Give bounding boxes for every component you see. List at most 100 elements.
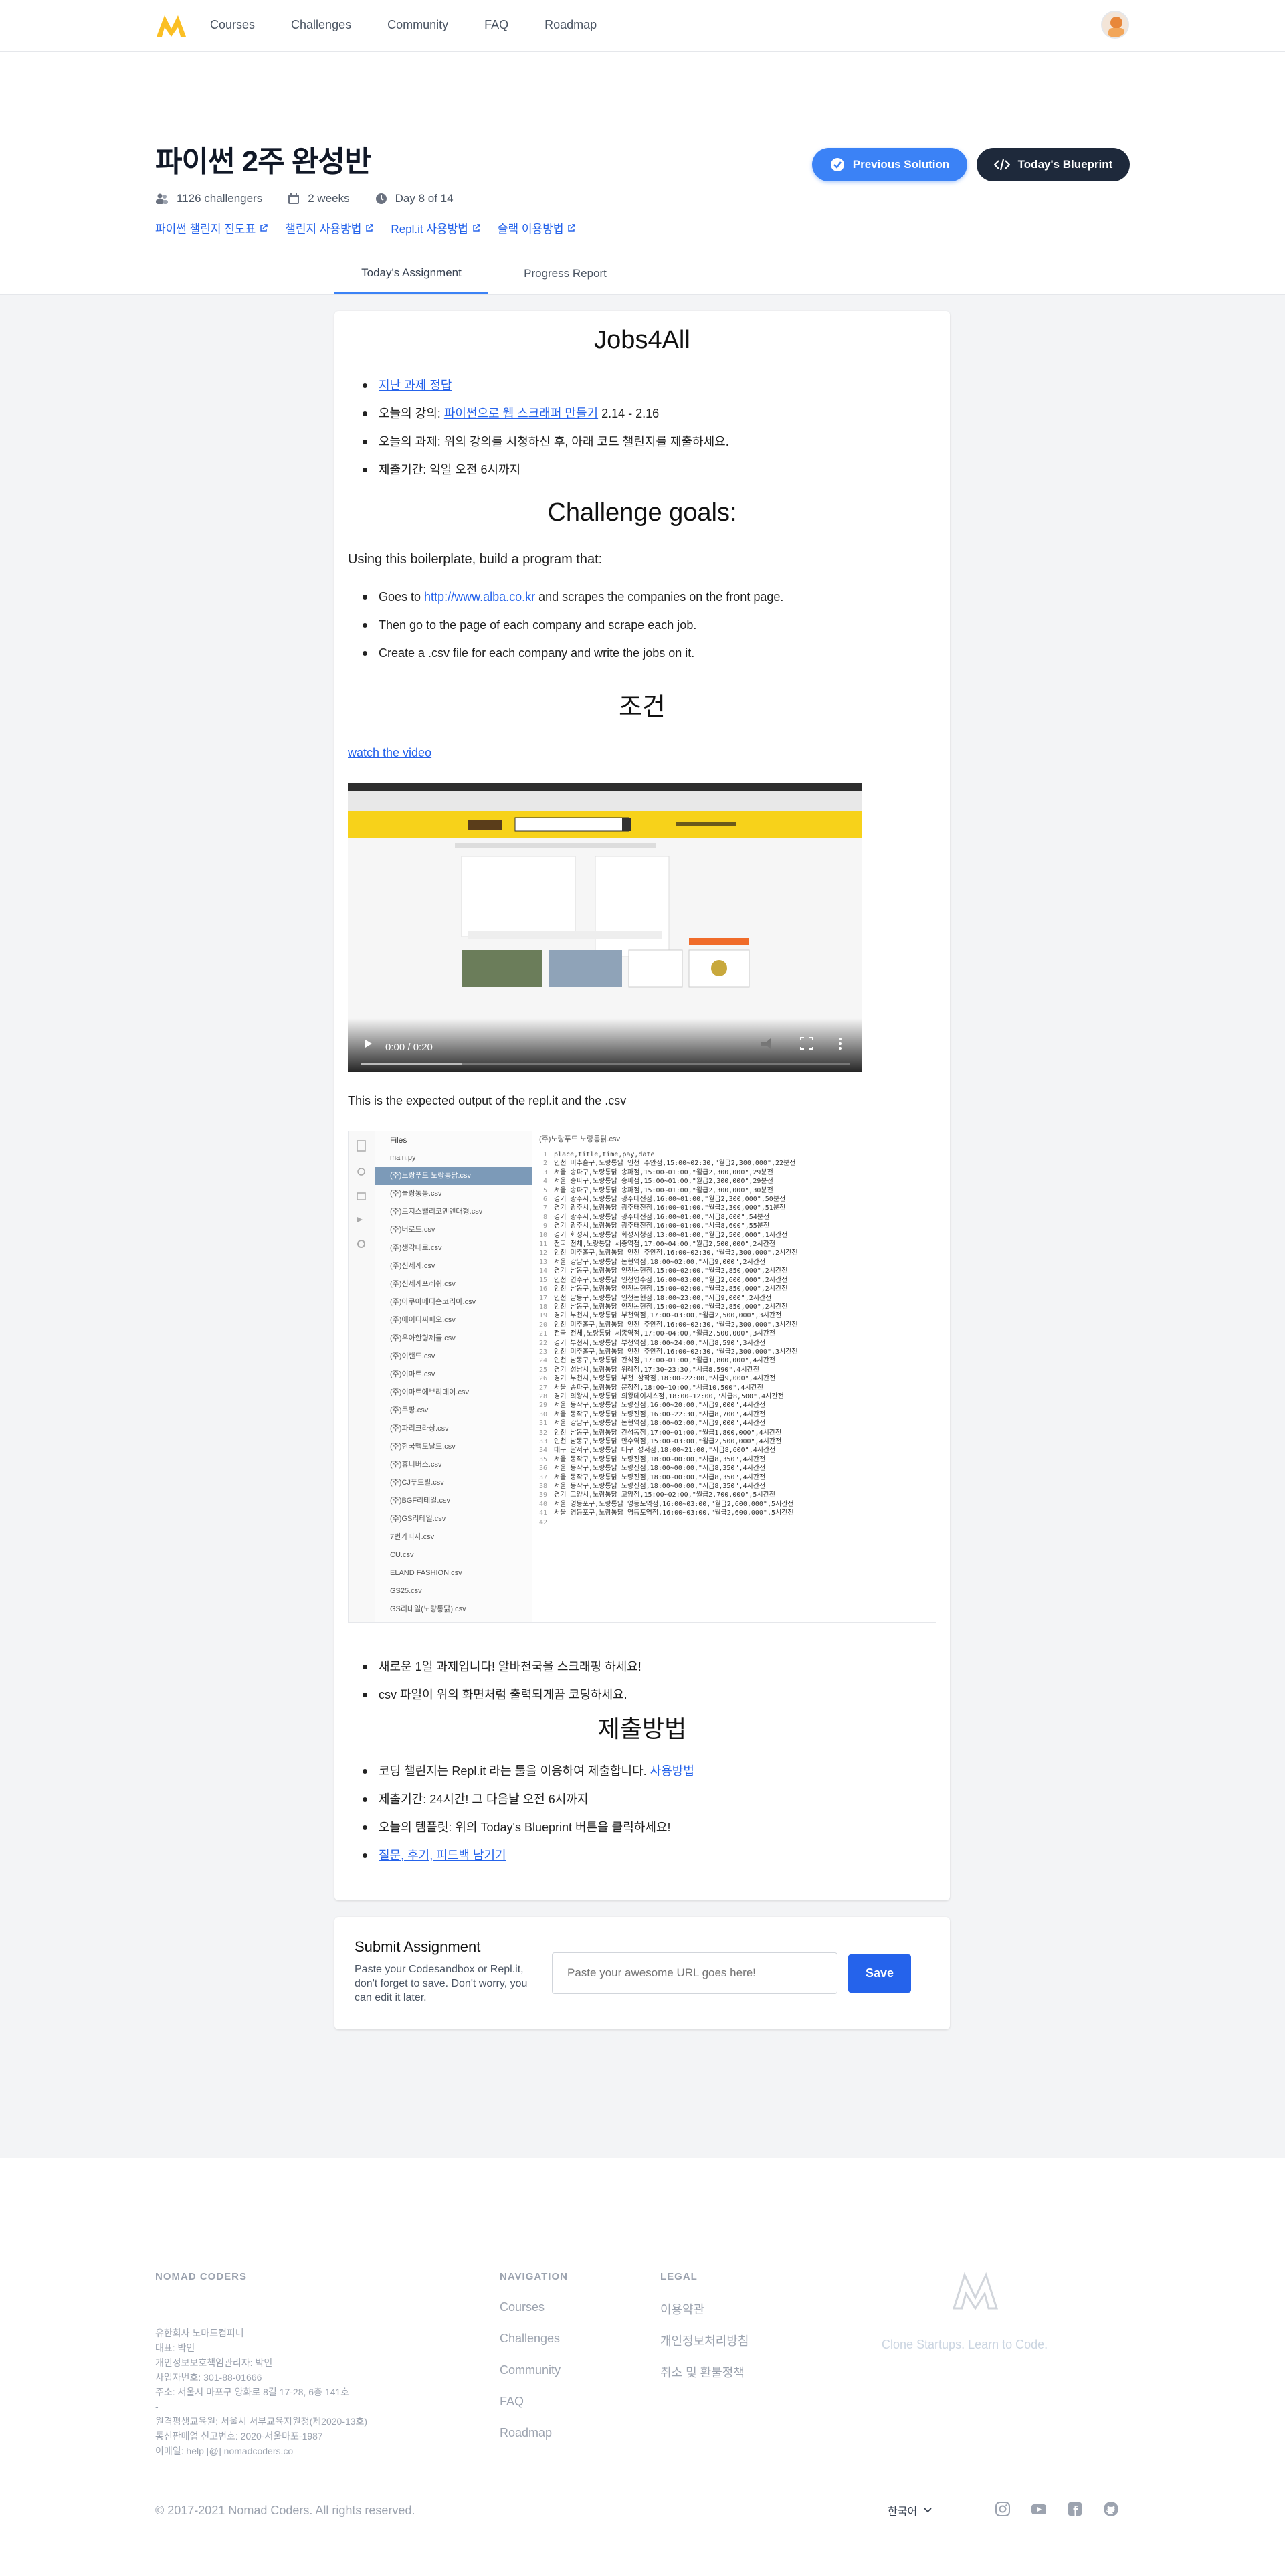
user-avatar[interactable] <box>1101 11 1129 39</box>
tab-todays-assignment[interactable]: Today's Assignment <box>334 253 488 294</box>
file-item[interactable]: GS25.csv <box>375 1582 532 1600</box>
feedback-link[interactable]: 질문, 후기, 피드백 남기기 <box>379 1849 506 1862</box>
nomad-logo-icon[interactable] <box>155 11 187 38</box>
video-player[interactable]: 0:00 / 0:20 <box>348 783 862 1072</box>
footer-link-courses[interactable]: Courses <box>500 2300 561 2332</box>
tab-progress-report[interactable]: Progress Report <box>488 253 642 294</box>
file-item[interactable]: (주)GS리테일.csv <box>375 1510 532 1528</box>
repl-code-panel: (주)노랑푸드 노랑통닭.csv 1 place,title,time,pay,d… <box>532 1131 936 1622</box>
file-item[interactable]: (주)이마트.csv <box>375 1366 532 1384</box>
line-text: 경기 화성시,노랑통닭 화성시청점,13:00~01:00,"월급2,500,0… <box>554 1231 788 1239</box>
nav-link-faq[interactable]: FAQ <box>484 18 508 32</box>
line-text: 인천 남동구,노랑통닭 인천논현점,18:00~23:00,"시급9,000",… <box>554 1294 772 1302</box>
alba-link[interactable]: http://www.alba.co.kr <box>424 590 535 604</box>
line-text: 서울 동작구,노랑통닭 노량진점,18:00~00:00,"시급8,350",4… <box>554 1465 766 1473</box>
file-item[interactable]: (주)우아한형제들.csv <box>375 1329 532 1348</box>
file-item[interactable]: (주)신세계.csv <box>375 1257 532 1275</box>
line-text: place,title,time,pay,date <box>554 1151 655 1158</box>
instagram-icon[interactable] <box>995 2501 1011 2517</box>
line-text: 서울 동작구,노랑통닭 노량진점,16:00~20:00,"시급9,000",4… <box>554 1402 766 1410</box>
guide-link-label: 슬랙 이용방법 <box>497 223 564 236</box>
file-item[interactable]: CU.csv <box>375 1546 532 1564</box>
code-line: 14 경기 남동구,노랑통닭 인천논현점,15:00~02:00,"월급2,850… <box>532 1267 936 1275</box>
users-icon <box>156 193 168 204</box>
file-item[interactable]: (주)휴니버스.csv <box>375 1456 532 1474</box>
previous-solution-button[interactable]: Previous Solution <box>812 148 967 181</box>
video-site-header <box>348 811 862 838</box>
file-item[interactable]: (주)CJ푸드빌.csv <box>375 1474 532 1492</box>
file-item[interactable]: (주)이랜드.csv <box>375 1348 532 1366</box>
nav-link-community[interactable]: Community <box>387 18 448 32</box>
company-info-line: 이메일: help [@] nomadcoders.co <box>155 2446 294 2456</box>
file-item[interactable]: main.py <box>375 1149 532 1167</box>
footer-link-refund[interactable]: 취소 및 환불정책 <box>660 2363 749 2395</box>
file-item[interactable]: (주)이마트에브리데이.csv <box>375 1384 532 1402</box>
file-item[interactable]: (주)에이디씨피오.csv <box>375 1311 532 1329</box>
line-number: 6 <box>542 1196 547 1204</box>
footer-link-community[interactable]: Community <box>500 2363 561 2395</box>
meta-challengers: 1126 challengers <box>155 192 262 205</box>
save-button[interactable]: Save <box>848 1954 911 1993</box>
file-item[interactable]: (주)BGF리테일.csv <box>375 1492 532 1510</box>
line-text: 서울 영등포구,노랑통닭 영등포역점,16:00~03:00,"월급2,600,… <box>554 1500 794 1508</box>
file-item[interactable]: 7번가피자.csv <box>375 1528 532 1546</box>
watch-video-link[interactable]: watch the video <box>348 746 431 759</box>
file-item[interactable]: (주)생각대로.csv <box>375 1239 532 1257</box>
guide-link-slack[interactable]: 슬랙 이용방법 <box>498 219 576 236</box>
youtube-icon[interactable] <box>1031 2501 1047 2517</box>
submission-url-input[interactable] <box>552 1952 837 1994</box>
line-text: 서울 동작구,노랑통닭 노량진점,16:00~22:30,"시급8,700",4… <box>554 1410 766 1418</box>
file-item[interactable]: (주)신세계프레쉬.csv <box>375 1275 532 1293</box>
footer-link-challenges[interactable]: Challenges <box>500 2332 561 2363</box>
code-line: 11 전국 전체,노랑통닭 세종역점,17:00~04:00,"월급2,500,0… <box>532 1240 936 1249</box>
calendar-icon <box>288 193 300 204</box>
todays-blueprint-button[interactable]: Today's Blueprint <box>977 148 1130 181</box>
line-text: 서울 영등포구,노랑통닭 영등포역점,16:00~03:00,"월급2,600,… <box>554 1509 794 1517</box>
assignment-title: Jobs4All <box>594 326 690 354</box>
line-number: 15 <box>538 1276 547 1284</box>
file-item[interactable]: (주)놀랑통통.csv <box>375 1185 532 1203</box>
guide-link-label: 챌린지 사용방법 <box>285 223 362 236</box>
file-item[interactable]: (주)아쿠아메디슨코리아.csv <box>375 1293 532 1311</box>
file-item[interactable]: (주)파리크라상.csv <box>375 1420 532 1438</box>
line-text: 인천 미추홀구,노랑통닭 인천 주안점,16:00~02:30,"월급2,300… <box>554 1321 798 1329</box>
guide-link-schedule[interactable]: 파이썬 챌린지 진도표 <box>155 219 268 236</box>
file-item[interactable]: (주)한국맥도날드.csv <box>375 1438 532 1456</box>
language-select[interactable]: 한국어 <box>888 2502 932 2518</box>
day-progress: Day 8 of 14 <box>395 192 454 205</box>
file-item[interactable]: ELAND FASHION.csv <box>375 1564 532 1582</box>
nav-links: Courses Challenges Community FAQ Roadmap <box>210 18 597 32</box>
file-item[interactable]: GS리테일(노랑통닭).csv <box>375 1600 532 1619</box>
nav-link-courses[interactable]: Courses <box>210 18 255 32</box>
chevron-down-icon <box>924 2508 932 2513</box>
code-line: 27 서울 송파구,노랑통닭 문정점,18:00~10:00,"시급10,500"… <box>532 1384 936 1392</box>
footer-link-terms[interactable]: 이용약관 <box>660 2300 749 2332</box>
company-info-line: 통신판매업 신고번호: 2020-서울마포-1987 <box>155 2431 323 2442</box>
code-line: 6 경기 광주시,노랑통닭 광주태전점,16:00~01:00,"월급2,300,… <box>532 1195 936 1204</box>
lecture-link[interactable]: 파이썬으로 웹 스크래퍼 만들기 <box>444 407 598 420</box>
code-line: 21 전국 전체,노랑통닭 세종역점,17:00~04:00,"월급2,500,0… <box>532 1329 936 1338</box>
code-line: 1 place,title,time,pay,date <box>532 1150 936 1159</box>
company-info-line: 대표: 박인 <box>155 2342 195 2353</box>
guide-link-usage[interactable]: 챌린지 사용방법 <box>285 219 374 236</box>
footer-link-faq[interactable]: FAQ <box>500 2395 561 2426</box>
guide-link-replit[interactable]: Repl.it 사용방법 <box>391 219 480 236</box>
challenge-meta: 1126 challengers 2 weeks Day 8 of 14 <box>156 192 479 205</box>
previous-answer-link[interactable]: 지난 과제 정답 <box>379 379 452 392</box>
code-line: 12 인천 미추홀구,노랑통닭 인천 주안점,16:00~02:30,"월급2,3… <box>532 1249 936 1257</box>
footer-link-privacy[interactable]: 개인정보처리방침 <box>660 2332 749 2363</box>
goals-list: Goes to http://www.alba.co.kr and scrape… <box>357 587 783 672</box>
github-icon[interactable] <box>1103 2501 1119 2517</box>
facebook-icon[interactable] <box>1067 2501 1083 2517</box>
file-item[interactable]: (주)버로드.csv <box>375 1221 532 1239</box>
file-item[interactable]: (주)노랑푸드 노랑통닭.csv <box>375 1167 532 1185</box>
usage-link[interactable]: 사용방법 <box>650 1764 694 1778</box>
line-number: 32 <box>538 1429 547 1437</box>
file-item[interactable]: (주)쿠팡.csv <box>375 1402 532 1420</box>
file-item[interactable]: (주)로지스밸리코앤엔대형.csv <box>375 1203 532 1221</box>
nav-link-roadmap[interactable]: Roadmap <box>545 18 597 32</box>
nav-link-challenges[interactable]: Challenges <box>291 18 351 32</box>
footer-link-roadmap[interactable]: Roadmap <box>500 2426 561 2458</box>
file-item[interactable]: GS수퍼마켓.csv <box>375 1619 532 1622</box>
footer-slogan: Clone Startups. Learn to Code. <box>882 2338 1048 2351</box>
